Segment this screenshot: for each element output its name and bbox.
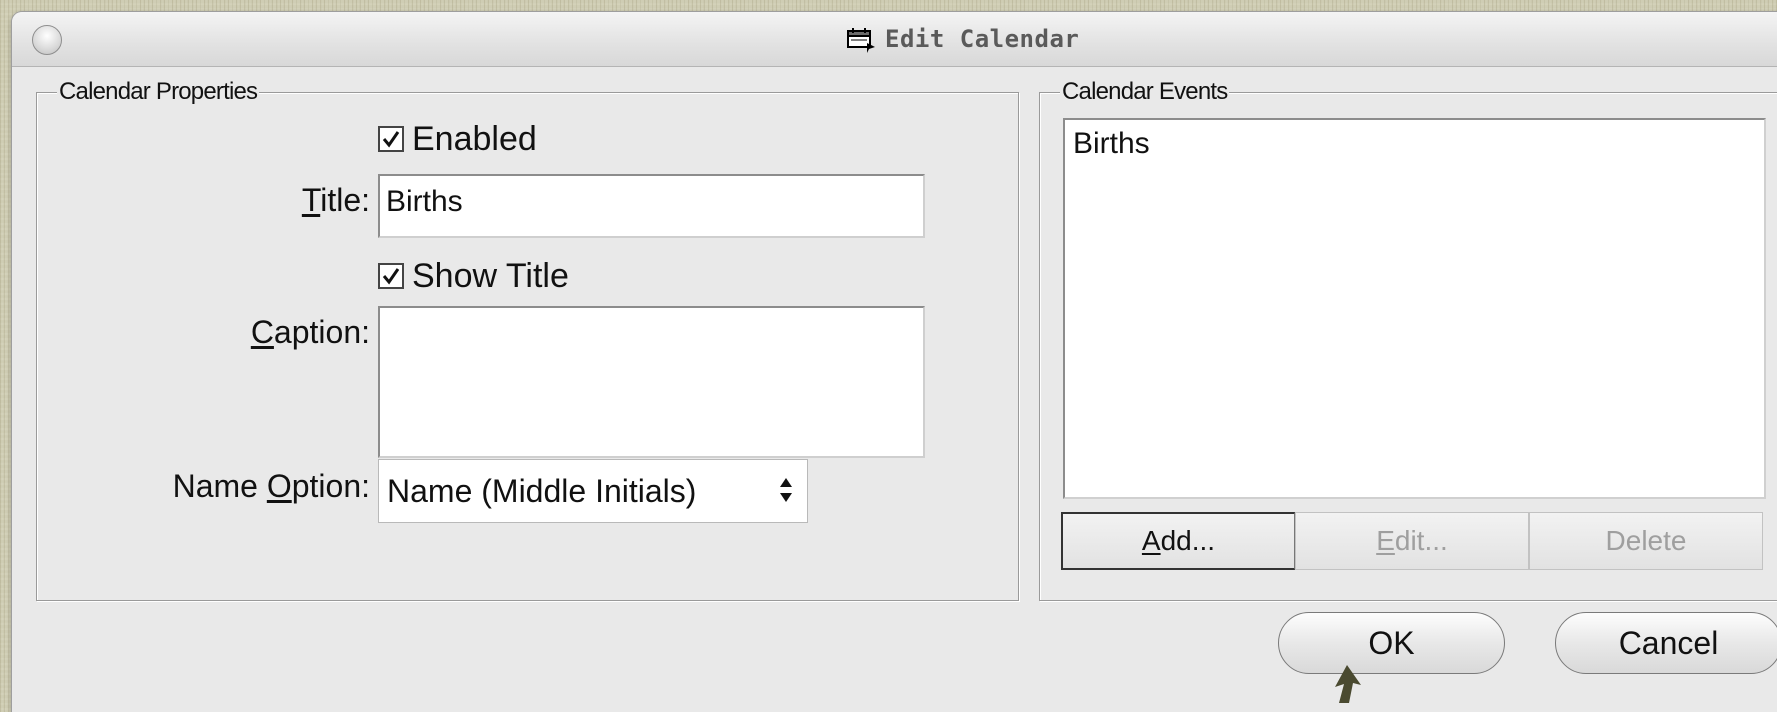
mouse-pointer-icon	[1335, 665, 1361, 703]
calendar-events-legend: Calendar Events	[1060, 78, 1230, 106]
window-title-text: Edit Calendar	[885, 25, 1080, 53]
show-title-label: Show Title	[412, 257, 569, 295]
title-bar[interactable]: Edit Calendar	[12, 12, 1777, 67]
name-option-label: Name Option:	[173, 468, 370, 504]
title-label-rest: itle:	[320, 182, 370, 218]
edit-button-accel: E	[1376, 525, 1395, 556]
ok-button[interactable]: OK	[1278, 612, 1505, 674]
caption-label-rest: aption:	[273, 314, 370, 350]
caption-label: Caption:	[251, 314, 370, 350]
calendar-events-group: Calendar Events Births Add... Edit... De…	[1039, 78, 1777, 601]
close-window-button[interactable]	[32, 25, 62, 55]
calendar-events-list[interactable]: Births	[1063, 118, 1766, 499]
edit-button-rest: dit...	[1394, 525, 1448, 556]
title-label: Title:	[302, 182, 370, 218]
name-option-label-accel: O	[266, 468, 292, 504]
list-item[interactable]: Births	[1065, 120, 1764, 168]
enabled-label: Enabled	[412, 120, 537, 158]
caption-textarea[interactable]	[378, 306, 925, 458]
enabled-checkbox[interactable]	[378, 126, 404, 152]
calendar-properties-group: Calendar Properties Enabled Title: Birth…	[36, 78, 1019, 601]
show-title-checkbox-row[interactable]: Show Title	[378, 258, 569, 294]
name-option-value: Name (Middle Initials)	[387, 472, 697, 509]
delete-button[interactable]: Delete	[1529, 512, 1763, 570]
enabled-checkbox-row[interactable]: Enabled	[378, 121, 537, 157]
title-label-accel: T	[301, 182, 321, 218]
caption-label-accel: C	[250, 314, 274, 350]
add-button-rest: dd...	[1160, 525, 1216, 556]
window-title: Edit Calendar	[845, 24, 1079, 54]
checkmark-icon	[382, 131, 400, 148]
name-option-label-pre: Name	[172, 468, 267, 504]
edit-calendar-dialog: Edit Calendar Calendar Properties Enable…	[12, 12, 1777, 712]
title-input[interactable]: Births	[378, 174, 925, 238]
updown-arrows-icon	[780, 478, 792, 502]
show-title-checkbox[interactable]	[378, 263, 404, 289]
name-option-select[interactable]: Name (Middle Initials)	[378, 459, 808, 523]
events-button-row: Add... Edit... Delete	[1061, 512, 1763, 570]
calendar-icon	[847, 28, 875, 53]
checkmark-icon	[382, 268, 400, 285]
add-button-accel: A	[1141, 525, 1161, 556]
calendar-properties-legend: Calendar Properties	[57, 78, 260, 106]
add-button[interactable]: Add...	[1061, 512, 1295, 570]
cancel-button[interactable]: Cancel	[1555, 612, 1777, 674]
name-option-label-rest: ption:	[291, 468, 370, 504]
edit-button[interactable]: Edit...	[1295, 512, 1529, 570]
